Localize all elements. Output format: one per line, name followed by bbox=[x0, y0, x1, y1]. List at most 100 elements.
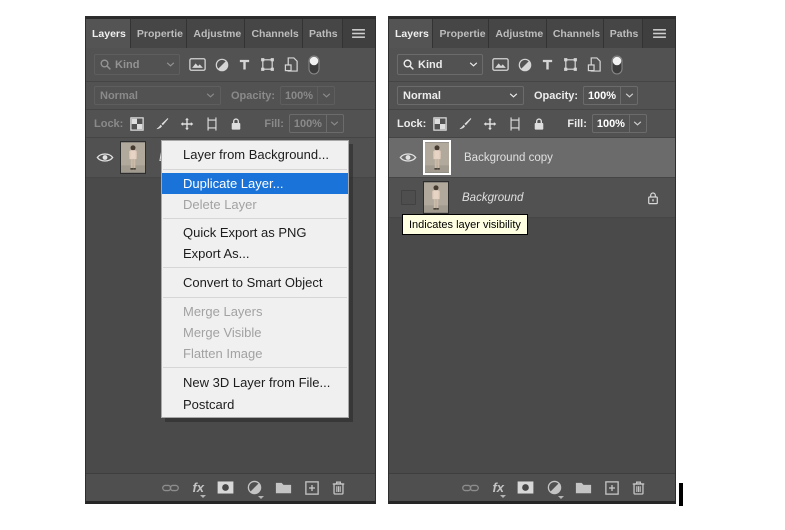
bottom-toolbar: fx bbox=[86, 473, 375, 501]
filter-toggle-icon[interactable] bbox=[308, 55, 320, 75]
opacity-dropdown[interactable] bbox=[318, 86, 336, 105]
lock-artboard-icon[interactable] bbox=[508, 117, 522, 131]
menu-separator bbox=[163, 169, 347, 170]
lock-move-icon[interactable] bbox=[483, 117, 497, 131]
menu-item-merge-layers: Merge Layers bbox=[183, 304, 263, 319]
tab-adjustments[interactable]: Adjustme bbox=[187, 19, 246, 48]
adjustment-layer-icon[interactable] bbox=[547, 480, 564, 499]
link-layers-icon[interactable] bbox=[162, 483, 179, 493]
blend-mode-select[interactable]: Normal bbox=[94, 86, 221, 105]
opacity-label: Opacity: bbox=[534, 89, 579, 102]
menu-item-duplicate-layer[interactable]: Duplicate Layer... bbox=[162, 173, 348, 194]
lock-row: Lock: Fill: 100% bbox=[389, 110, 675, 138]
panel-menu-icon[interactable] bbox=[643, 19, 675, 48]
lock-paint-icon[interactable] bbox=[458, 117, 472, 131]
type-layer-filter-icon[interactable] bbox=[238, 58, 251, 71]
lock-move-icon[interactable] bbox=[180, 117, 194, 131]
tab-channels[interactable]: Channels bbox=[245, 19, 303, 48]
search-icon bbox=[402, 58, 415, 71]
workspace: Layers Propertie Adjustme Channels Paths… bbox=[0, 0, 785, 530]
fill-dropdown[interactable] bbox=[629, 114, 647, 133]
filter-row: Kind bbox=[86, 48, 375, 82]
opacity-dropdown[interactable] bbox=[621, 86, 639, 105]
tab-adjustments[interactable]: Adjustme bbox=[489, 19, 547, 48]
eye-visibility-toggle-empty[interactable] bbox=[395, 190, 421, 205]
layer-mask-icon[interactable] bbox=[217, 481, 234, 494]
adjustment-layer-icon[interactable] bbox=[247, 480, 264, 499]
new-group-icon[interactable] bbox=[275, 481, 292, 494]
link-layers-icon[interactable] bbox=[462, 483, 479, 493]
blend-row: Normal Opacity: 100% bbox=[86, 82, 375, 110]
tab-properties[interactable]: Propertie bbox=[130, 19, 188, 48]
fill-label: Fill: bbox=[567, 117, 587, 130]
lock-transparency-icon[interactable] bbox=[130, 117, 144, 131]
eye-visibility-icon[interactable] bbox=[92, 152, 118, 163]
layer-thumbnail[interactable] bbox=[120, 141, 146, 174]
tab-properties[interactable]: Propertie bbox=[433, 19, 490, 48]
pixel-layer-filter-icon[interactable] bbox=[492, 58, 509, 71]
layer-thumbnail[interactable] bbox=[423, 140, 451, 175]
lock-label: Lock: bbox=[397, 117, 427, 130]
layer-effects-fx-icon[interactable]: fx bbox=[192, 481, 206, 498]
layer-row-background-copy[interactable]: Background copy bbox=[389, 138, 675, 178]
tab-layers[interactable]: Layers bbox=[389, 19, 434, 48]
lock-all-icon[interactable] bbox=[533, 117, 545, 131]
layer-thumbnail[interactable] bbox=[423, 181, 449, 214]
menu-item-quick-export-png[interactable]: Quick Export as PNG bbox=[162, 222, 348, 243]
new-layer-icon[interactable] bbox=[305, 481, 319, 495]
visibility-tooltip: Indicates layer visibility bbox=[402, 214, 528, 235]
pixel-layer-filter-icon[interactable] bbox=[189, 58, 206, 71]
layers-panel-after: Layers Propertie Adjustme Channels Paths… bbox=[388, 16, 676, 504]
opacity-value[interactable]: 100% bbox=[280, 86, 319, 105]
layer-name[interactable]: Background copy bbox=[464, 152, 553, 164]
adjustment-layer-filter-icon[interactable] bbox=[215, 58, 229, 72]
blend-row: Normal Opacity: 100% bbox=[389, 82, 675, 110]
lock-all-icon[interactable] bbox=[230, 117, 242, 131]
new-layer-icon[interactable] bbox=[605, 481, 619, 495]
menu-item-new-3d-layer[interactable]: New 3D Layer from File... bbox=[162, 371, 348, 394]
menu-separator bbox=[163, 367, 347, 368]
lock-transparency-icon[interactable] bbox=[433, 117, 447, 131]
layer-mask-icon[interactable] bbox=[517, 481, 534, 494]
layer-filter-search[interactable]: Kind bbox=[397, 54, 483, 75]
menu-item-convert-smart-object[interactable]: Convert to Smart Object bbox=[162, 271, 348, 294]
shape-layer-filter-icon[interactable] bbox=[260, 57, 275, 72]
layer-row-background[interactable]: Background bbox=[389, 178, 675, 218]
blend-mode-select[interactable]: Normal bbox=[397, 86, 524, 105]
chevron-down-icon bbox=[206, 93, 215, 98]
layer-filter-search[interactable]: Kind bbox=[94, 54, 180, 75]
new-group-icon[interactable] bbox=[575, 481, 592, 494]
menu-separator bbox=[163, 297, 347, 298]
panel-tab-bar: Layers Propertie Adjustme Channels Paths bbox=[86, 17, 375, 48]
smart-object-filter-icon[interactable] bbox=[284, 57, 299, 72]
layer-effects-fx-icon[interactable]: fx bbox=[492, 481, 506, 498]
delete-layer-icon[interactable] bbox=[332, 480, 345, 495]
opacity-value[interactable]: 100% bbox=[583, 86, 622, 105]
menu-item-delete-layer: Delete Layer bbox=[183, 197, 257, 212]
filter-kind-label: Kind bbox=[115, 58, 140, 71]
tab-layers[interactable]: Layers bbox=[86, 19, 131, 48]
shape-layer-filter-icon[interactable] bbox=[563, 57, 578, 72]
menu-item-merge-visible: Merge Visible bbox=[183, 325, 262, 340]
tab-channels[interactable]: Channels bbox=[546, 19, 604, 48]
smart-object-filter-icon[interactable] bbox=[587, 57, 602, 72]
adjustment-layer-filter-icon[interactable] bbox=[518, 58, 532, 72]
type-layer-filter-icon[interactable] bbox=[541, 58, 554, 71]
delete-layer-icon[interactable] bbox=[632, 480, 645, 495]
menu-item-export-as[interactable]: Export As... bbox=[162, 243, 348, 264]
menu-separator bbox=[163, 267, 347, 268]
panel-menu-icon[interactable] bbox=[343, 19, 375, 48]
tab-paths[interactable]: Paths bbox=[303, 19, 343, 48]
lock-paint-icon[interactable] bbox=[155, 117, 169, 131]
layer-name[interactable]: Background bbox=[462, 192, 523, 204]
eye-visibility-icon[interactable] bbox=[395, 152, 421, 163]
fill-value[interactable]: 100% bbox=[591, 114, 630, 133]
lock-artboard-icon[interactable] bbox=[205, 117, 219, 131]
fill-dropdown[interactable] bbox=[326, 114, 344, 133]
menu-item-postcard[interactable]: Postcard bbox=[162, 394, 348, 415]
menu-item-layer-from-background[interactable]: Layer from Background... bbox=[162, 143, 348, 166]
tab-paths[interactable]: Paths bbox=[603, 19, 644, 48]
lock-label: Lock: bbox=[94, 117, 124, 130]
filter-toggle-icon[interactable] bbox=[611, 55, 623, 75]
fill-value[interactable]: 100% bbox=[288, 114, 327, 133]
